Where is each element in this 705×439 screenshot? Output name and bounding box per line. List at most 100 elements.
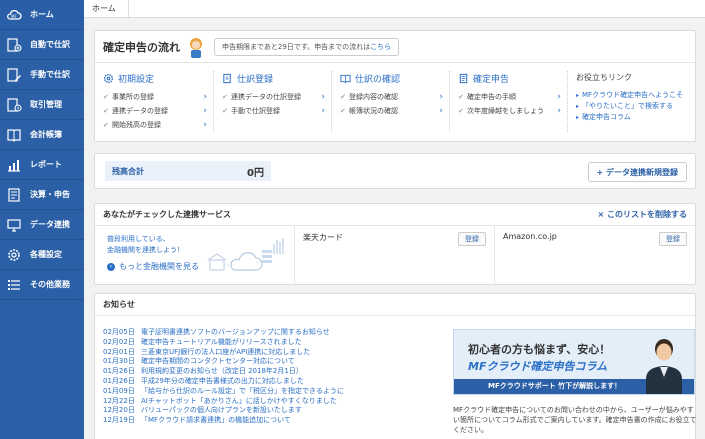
news-date: 01月30日 bbox=[103, 357, 135, 366]
transaction-icon bbox=[6, 97, 22, 113]
helpful-links-title: お役立ちリンク bbox=[576, 73, 632, 82]
news-item[interactable]: 12月20日 バリューパックの個人向けプランを新設いたします bbox=[103, 406, 443, 416]
sidebar-item-ledger[interactable]: 会計帳簿 bbox=[0, 120, 84, 150]
banner-title: 初心者の方も悩まず、安心！ bbox=[468, 343, 611, 356]
deadline-bubble: 申告期限まであと29日です。申告までの流れはこちら bbox=[214, 37, 400, 56]
sidebar-item-settlement[interactable]: 決算・申告 bbox=[0, 180, 84, 210]
support-person-icon bbox=[646, 339, 682, 394]
news-item[interactable]: 02月05日 電子証明書連携ソフトのバージョンアップに関するお知らせ bbox=[103, 328, 443, 338]
helpful-link-label: 「やりたいこと」で検索する bbox=[582, 102, 674, 110]
flow-row-label: 開始残高の登録 bbox=[112, 121, 161, 129]
journal-icon bbox=[223, 73, 231, 83]
cloud-link-illustration-icon bbox=[207, 238, 284, 271]
services-header: あなたがチェックした連携サービス × このリストを削除する bbox=[95, 204, 695, 226]
flow-col-title[interactable]: 仕訳の確認 bbox=[340, 71, 449, 85]
helpful-link-label: 確定申告コラム bbox=[582, 113, 631, 121]
news-item[interactable]: 01月30日 確定申告期間のコンタクトセンター対応について bbox=[103, 357, 443, 367]
sidebar-item-transactions[interactable]: 取引管理 bbox=[0, 90, 84, 120]
helpful-link[interactable]: ▸ MFクラウド確定申告へようこそ bbox=[576, 90, 687, 101]
news-item[interactable]: 12月19日 「MFクラウド請求書連携」の機能追加について bbox=[103, 416, 443, 426]
news-date: 01月09日 bbox=[103, 386, 135, 395]
news-date: 02月01日 bbox=[103, 347, 135, 356]
news-item[interactable]: 02月01日 三菱東京UFJ銀行の法人口座がAPI連携に対応しました bbox=[103, 348, 443, 358]
news-item[interactable]: 12月22日 AIチャットボット「あかりさん」に話しかけやすくなりました bbox=[103, 397, 443, 407]
flow-col-title[interactable]: 確定申告 bbox=[458, 71, 567, 85]
main-content: ホーム 確定申告の流れ 申告期限まであと29日です。申告までの流れはこちら 初期… bbox=[84, 0, 705, 439]
flow-row[interactable]: ✔ 開始残高の登録 › bbox=[103, 118, 213, 132]
flow-row[interactable]: ✔ 帳簿状況の確認 › bbox=[340, 104, 449, 118]
chevron-right-icon: › bbox=[557, 106, 561, 116]
flow-col-title-text: 確定申告 bbox=[473, 74, 510, 85]
check-icon: ✔ bbox=[103, 93, 109, 101]
helpful-link[interactable]: ▸ 「やりたいこと」で検索する bbox=[576, 101, 687, 112]
service-item: 楽天カード 登録 bbox=[295, 226, 495, 285]
list-icon bbox=[6, 277, 22, 293]
check-icon: ✔ bbox=[103, 107, 109, 115]
news-item[interactable]: 02月02日 確定申告チュートリアル機能がリリースされました bbox=[103, 338, 443, 348]
sidebar: MF ホーム 自動で仕訳 手動で仕訳 取引管理 会計帳簿 レポート 決算・申告 … bbox=[0, 0, 84, 439]
news-text: AIチャットボット「あかりさん」に話しかけやすくなりました bbox=[141, 396, 337, 405]
report-icon bbox=[6, 157, 22, 173]
sidebar-item-label: 決算・申告 bbox=[30, 190, 70, 199]
balance-panel: 残高合計 0円 + データ連携新規登録 bbox=[94, 153, 696, 189]
auto-journal-icon bbox=[6, 37, 22, 53]
flow-row-label: 連携データの登録 bbox=[112, 107, 168, 115]
news-item[interactable]: 01月26日 平成29年分の確定申告書様式の出力に対応しました bbox=[103, 377, 443, 387]
news-text: 確定申告期間のコンタクトセンター対応について bbox=[141, 357, 295, 366]
flow-row[interactable]: ✔ 手動で仕訳登録 › bbox=[222, 104, 331, 118]
flow-col-title[interactable]: 仕訳登録 bbox=[222, 71, 331, 85]
news-text: 電子証明書連携ソフトのバージョンアップに関するお知らせ bbox=[141, 328, 330, 336]
register-button[interactable]: 登録 bbox=[659, 232, 687, 246]
sidebar-item-other[interactable]: その他業務 bbox=[0, 270, 84, 300]
sidebar-item-label: 各種設定 bbox=[30, 250, 62, 259]
add-data-link-button[interactable]: + データ連携新規登録 bbox=[587, 162, 687, 182]
sidebar-item-manual-journal[interactable]: 手動で仕訳 bbox=[0, 60, 84, 90]
flow-col-title-text: 仕訳登録 bbox=[237, 74, 274, 85]
flow-row[interactable]: ✔ 登録内容の確認 › bbox=[340, 90, 449, 104]
chevron-right-icon: › bbox=[439, 92, 443, 102]
sidebar-item-auto-journal[interactable]: 自動で仕訳 bbox=[0, 30, 84, 60]
news-item[interactable]: 01月26日 利用規約変更のお知らせ（改定日 2018年2月1日） bbox=[103, 367, 443, 377]
chevron-right-icon: › bbox=[321, 92, 325, 102]
sidebar-item-settings[interactable]: 各種設定 bbox=[0, 240, 84, 270]
flow-row[interactable]: ✔ 事業所の登録 › bbox=[103, 90, 213, 104]
helpful-link[interactable]: ▸ 確定申告コラム bbox=[576, 112, 687, 123]
cloud-logo-icon: MF bbox=[6, 7, 22, 23]
sidebar-item-label: その他業務 bbox=[30, 280, 70, 289]
flow-col-title-text: 初期設定 bbox=[118, 74, 155, 85]
news-header: お知らせ bbox=[95, 294, 695, 316]
flow-col-title-text: 仕訳の確認 bbox=[355, 74, 401, 85]
register-button[interactable]: 登録 bbox=[458, 232, 486, 246]
breadcrumb-home[interactable]: ホーム bbox=[84, 0, 129, 18]
delete-list-link[interactable]: × このリストを削除する bbox=[598, 209, 688, 220]
sidebar-item-report[interactable]: レポート bbox=[0, 150, 84, 180]
flow-row[interactable]: ✔ 連携データの登録 › bbox=[103, 104, 213, 118]
news-date: 02月05日 bbox=[103, 328, 135, 336]
check-icon: ✔ bbox=[458, 93, 464, 101]
sidebar-item-label: ホーム bbox=[30, 10, 54, 19]
flow-row[interactable]: ✔ 次年度繰越をしましょう › bbox=[458, 104, 567, 118]
column-description: MFクラウド確定申告についてのお問い合わせの中から、ユーザーが悩みやすい箇所につ… bbox=[453, 406, 697, 434]
sidebar-item-home[interactable]: MF ホーム bbox=[0, 0, 84, 30]
flow-col-journal: 仕訳登録 ✔ 連携データの仕訳登録 › ✔ 手動で仕訳登録 › bbox=[213, 71, 331, 132]
check-icon: ✔ bbox=[222, 107, 228, 115]
news-date: 01月26日 bbox=[103, 376, 135, 385]
sidebar-item-label: 手動で仕訳 bbox=[30, 70, 70, 79]
sidebar-item-label: レポート bbox=[30, 160, 62, 169]
flow-row[interactable]: ✔ 連携データの仕訳登録 › bbox=[222, 90, 331, 104]
flow-row-label: 確定申告の手順 bbox=[467, 93, 516, 101]
column-banner[interactable]: 初心者の方も悩まず、安心！ MFクラウド確定申告コラム MFクラウドサポート 竹… bbox=[453, 329, 695, 395]
flow-row-label: 連携データの仕訳登録 bbox=[231, 93, 301, 101]
flow-col-title[interactable]: 初期設定 bbox=[103, 71, 213, 85]
flow-row[interactable]: ✔ 確定申告の手順 › bbox=[458, 90, 567, 104]
checked-services-panel: あなたがチェックした連携サービス × このリストを削除する 普段利用している、 … bbox=[94, 203, 696, 285]
sidebar-item-data-link[interactable]: データ連携 bbox=[0, 210, 84, 240]
news-text: 「MFクラウド請求書連携」の機能追加について bbox=[141, 416, 291, 425]
settlement-icon bbox=[6, 187, 22, 203]
chevron-right-icon: › bbox=[203, 92, 207, 102]
deadline-link[interactable]: こちら bbox=[370, 43, 391, 51]
news-item[interactable]: 01月09日 「給与から仕訳のルール設定」で「税区分」を指定できるように bbox=[103, 387, 443, 397]
service-name: Amazon.co.jp bbox=[503, 232, 557, 241]
data-link-icon bbox=[6, 217, 22, 233]
helpful-link-label: MFクラウド確定申告へようこそ bbox=[582, 91, 684, 99]
